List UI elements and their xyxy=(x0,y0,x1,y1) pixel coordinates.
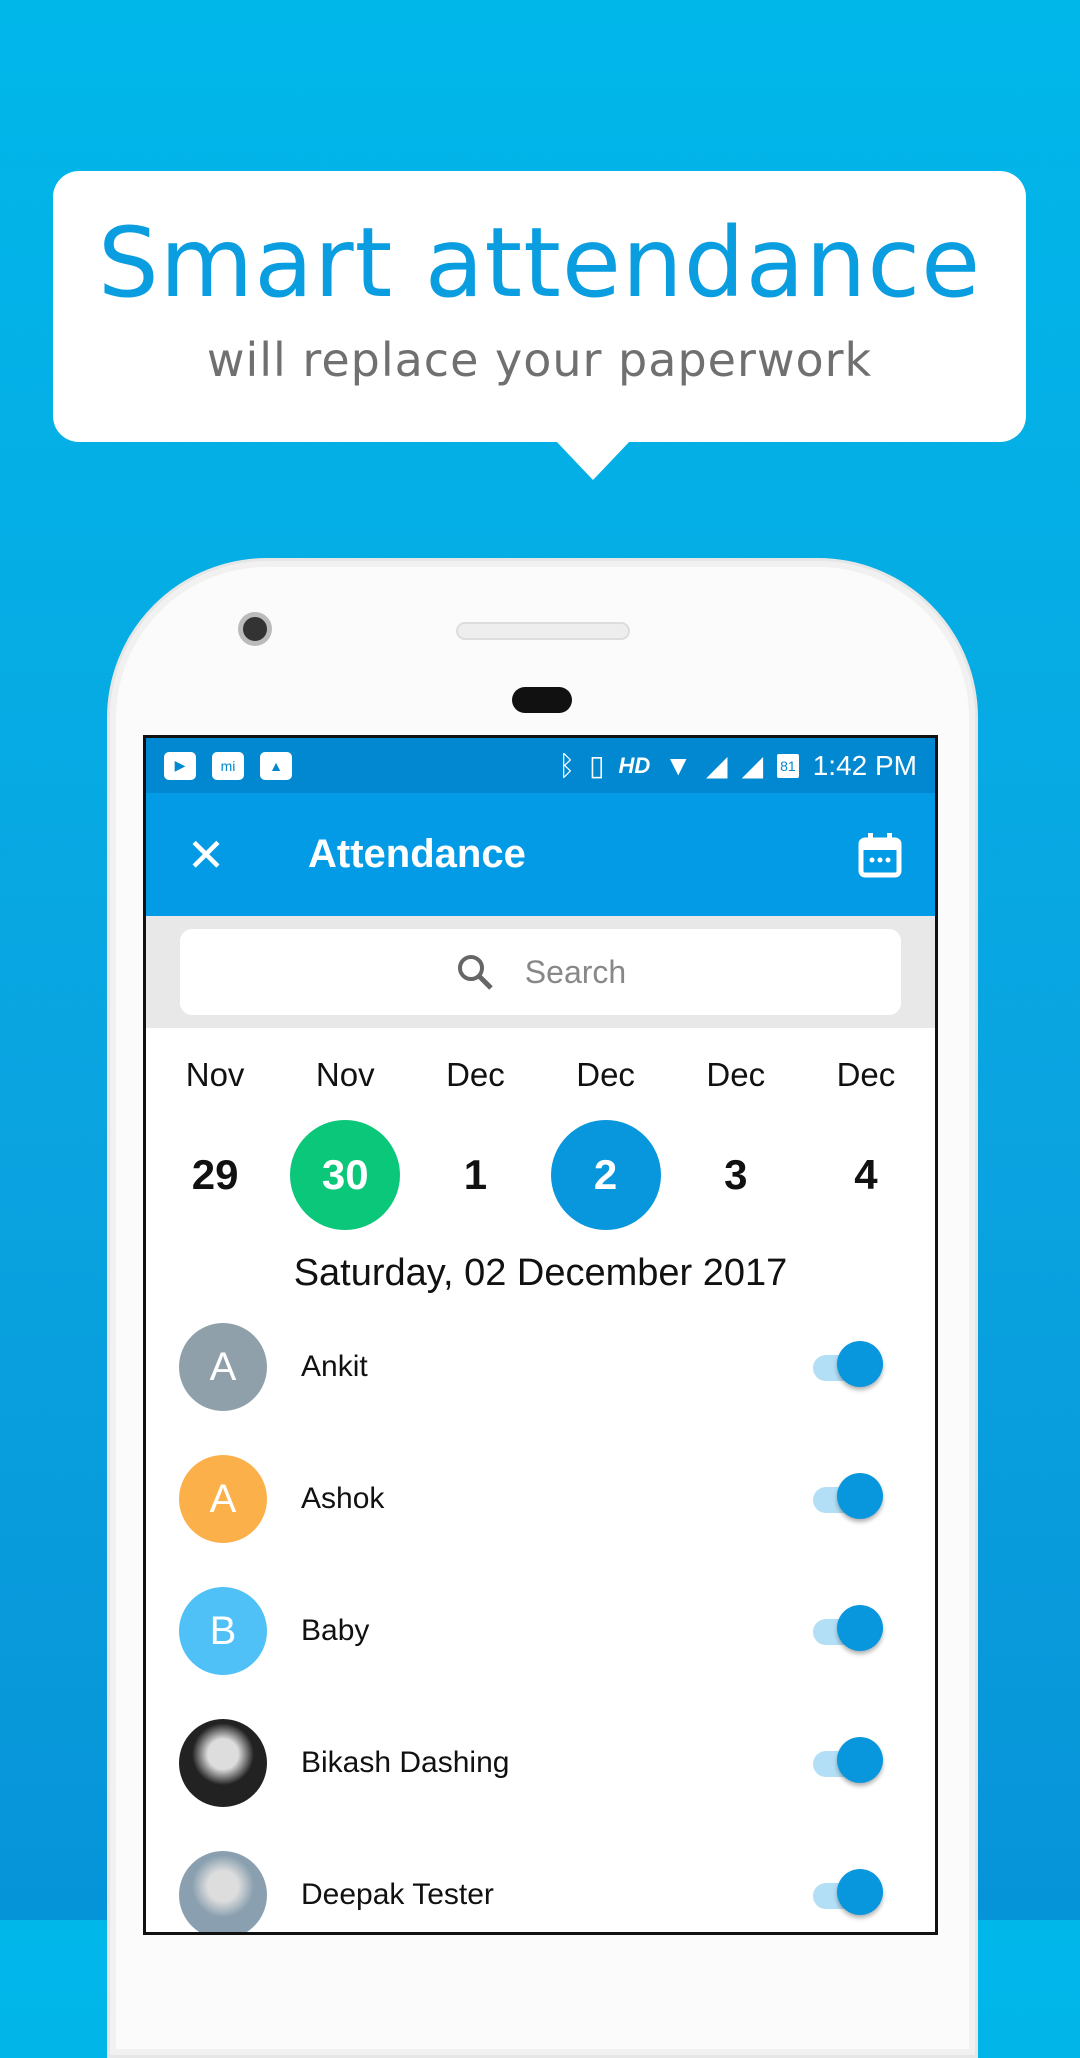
date-day: 30 xyxy=(290,1120,401,1230)
avatar: B xyxy=(179,1587,267,1675)
gallery-icon: ▲ xyxy=(260,751,292,780)
promo-bubble: Smart attendance will replace your paper… xyxy=(53,171,1026,480)
signal-icon: ◢ xyxy=(741,750,764,781)
person-name: Deepak Tester xyxy=(301,1878,494,1911)
date-day: 29 xyxy=(191,1151,239,1198)
headline: Smart attendance xyxy=(97,207,982,319)
date-month: Dec xyxy=(576,1056,635,1093)
attendance-toggle[interactable] xyxy=(813,1341,883,1387)
bluetooth-icon: ᛒ xyxy=(558,749,576,781)
avatar xyxy=(179,1851,267,1932)
avatar: A xyxy=(179,1323,267,1411)
page-title: Attendance xyxy=(308,832,526,876)
app-bar: ✕ Attendance xyxy=(146,793,935,916)
battery-icon: 81 xyxy=(777,753,799,778)
list-item[interactable]: B Baby xyxy=(146,1565,935,1697)
subline: will replace your paperwork xyxy=(206,333,873,387)
close-icon[interactable]: ✕ xyxy=(146,828,266,882)
date-month: Dec xyxy=(706,1056,766,1093)
search-icon xyxy=(457,955,493,990)
avatar xyxy=(179,1719,267,1807)
date-month: Dec xyxy=(446,1056,505,1093)
list-item[interactable]: Bikash Dashing xyxy=(146,1697,935,1829)
attendance-toggle[interactable] xyxy=(813,1473,883,1519)
signal-icon: ◢ xyxy=(706,750,728,781)
list-item[interactable]: A Ashok xyxy=(146,1433,935,1565)
search-placeholder: Search xyxy=(524,953,627,990)
sensor xyxy=(512,687,572,713)
search-area: Search xyxy=(146,916,935,1028)
date-item[interactable]: Dec 4 xyxy=(801,1056,931,1230)
selected-date: Saturday, 02 December 2017 xyxy=(293,1252,788,1294)
status-bar: ▶ mi ▲ ᛒ ▯ HD ▼ ◢ ◢ 81 1:42 PM xyxy=(146,738,935,793)
list-item[interactable]: A Ankit xyxy=(146,1301,935,1433)
date-day: 1 xyxy=(463,1151,488,1198)
attendance-toggle[interactable] xyxy=(813,1869,883,1915)
calendar-icon[interactable] xyxy=(825,832,935,878)
mi-icon: mi xyxy=(212,751,244,780)
date-month: Dec xyxy=(836,1056,896,1093)
date-month: Nov xyxy=(185,1056,245,1093)
date-item[interactable]: Nov 30 xyxy=(280,1056,410,1230)
date-strip: Nov 29 Nov 30 Dec 1 Dec 2 Dec 3 Dec 4 xyxy=(146,1056,935,1230)
attendance-toggle[interactable] xyxy=(813,1605,883,1651)
person-name: Baby xyxy=(301,1614,370,1647)
person-name: Ankit xyxy=(301,1350,368,1383)
person-name: Ashok xyxy=(301,1482,385,1515)
speaker-grille xyxy=(456,622,630,640)
vibrate-icon: ▯ xyxy=(589,750,605,781)
camera-icon xyxy=(238,612,272,646)
date-item[interactable]: Dec 1 xyxy=(410,1056,540,1230)
person-name: Bikash Dashing xyxy=(301,1746,510,1779)
wifi-icon: ▼ xyxy=(664,749,693,781)
network-label: HD xyxy=(618,752,651,778)
date-item[interactable]: Dec 2 xyxy=(541,1056,671,1230)
attendance-list: A Ankit A Ashok B Baby Bikash Dashing Deepak Te… xyxy=(146,1301,935,1932)
search-input[interactable]: Search xyxy=(180,929,901,1015)
date-day: 2 xyxy=(550,1120,661,1230)
attendance-toggle[interactable] xyxy=(813,1737,883,1783)
date-month: Nov xyxy=(315,1056,375,1093)
avatar: A xyxy=(179,1455,267,1543)
phone-screen: ▶ mi ▲ ᛒ ▯ HD ▼ ◢ ◢ 81 1:42 PM ✕ Attenda… xyxy=(143,735,938,1935)
date-day: 4 xyxy=(854,1151,878,1198)
list-item[interactable]: Deepak Tester xyxy=(146,1829,935,1932)
youtube-icon: ▶ xyxy=(164,751,196,780)
date-item[interactable]: Nov 29 xyxy=(150,1056,280,1230)
clock: 1:42 PM xyxy=(812,749,917,781)
date-day: 3 xyxy=(724,1151,748,1198)
date-item[interactable]: Dec 3 xyxy=(671,1056,801,1230)
